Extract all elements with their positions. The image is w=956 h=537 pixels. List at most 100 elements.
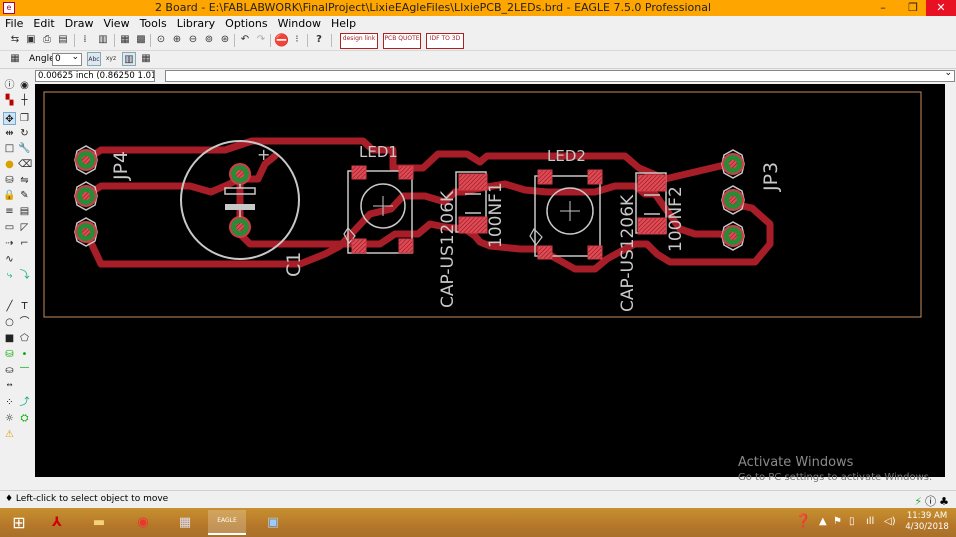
pcb-quote-button[interactable]: PCB QUOTE xyxy=(383,33,421,49)
close-button[interactable]: ✕ xyxy=(926,0,956,16)
add-icon[interactable]: ⛁ xyxy=(3,174,16,187)
file-explorer-icon[interactable]: ▬ xyxy=(80,510,118,535)
chrome-icon[interactable]: ◉ xyxy=(124,510,162,535)
zoom-in-icon[interactable]: ⊕ xyxy=(170,33,184,47)
route-icon[interactable]: ⤷ xyxy=(3,269,16,282)
ratsnest-icon[interactable]: ☼ xyxy=(3,412,16,425)
smash-icon[interactable]: ▤ xyxy=(18,205,31,218)
show-icon[interactable]: ◉ xyxy=(18,79,31,92)
polygon-icon[interactable]: ⬠ xyxy=(18,332,31,345)
delete-icon[interactable]: ⌫ xyxy=(18,158,32,171)
copy-icon[interactable]: ❐ xyxy=(18,112,31,125)
text-icon[interactable]: T xyxy=(18,300,31,313)
help-tray-icon[interactable]: ❓ xyxy=(795,514,811,529)
grid-icon[interactable]: ▦ xyxy=(8,52,22,66)
calculator-icon[interactable]: ▦ xyxy=(166,510,204,535)
info-status-icon[interactable]: ⓘ xyxy=(925,495,939,508)
undo-icon[interactable]: ↶ xyxy=(238,33,252,47)
ripup-icon[interactable]: ⤵ xyxy=(18,269,31,282)
photos-icon[interactable]: ▣ xyxy=(254,510,292,535)
battery-icon[interactable]: ▯ xyxy=(849,516,855,527)
script-icon[interactable]: ⁞ xyxy=(78,33,92,47)
hole-icon[interactable]: ⁘ xyxy=(3,396,16,409)
value-icon[interactable]: ≡ xyxy=(3,205,16,218)
layout-icon[interactable]: ▥ xyxy=(122,52,136,66)
smd-icon[interactable]: ⛀ xyxy=(3,364,16,377)
open-icon[interactable]: ⇆ xyxy=(8,33,22,47)
circle-icon[interactable]: ○ xyxy=(3,316,16,329)
board-canvas[interactable]: JP4 JP3 + C1 LED1 CAP-US1206K 100NF1 LED… xyxy=(35,84,945,477)
taskbar-clock[interactable]: 11:39 AM 4/30/2018 xyxy=(902,511,952,533)
meander-icon[interactable]: ⌐ xyxy=(18,237,31,250)
help-icon[interactable]: ? xyxy=(312,33,326,47)
led2-component[interactable] xyxy=(529,169,603,260)
erc-icon[interactable]: ⚠ xyxy=(3,428,16,441)
layout-grid-icon[interactable]: ▦ xyxy=(139,52,153,66)
zoom-out-icon[interactable]: ⊖ xyxy=(186,33,200,47)
cam-icon[interactable]: ▤ xyxy=(56,33,70,47)
replace-icon[interactable]: ⇋ xyxy=(18,174,31,187)
ulp-icon[interactable]: ▥ xyxy=(96,33,110,47)
acrobat-icon[interactable]: ⅄ xyxy=(38,510,76,535)
menu-library[interactable]: Library xyxy=(172,16,220,31)
bend-style-abc-button[interactable]: Abc xyxy=(87,52,101,66)
save-icon[interactable]: ▣ xyxy=(24,33,38,47)
schematic-icon[interactable]: ▦ xyxy=(118,33,132,47)
cap1-component[interactable] xyxy=(455,171,488,234)
arc-icon[interactable]: ⌒ xyxy=(18,316,31,329)
move-icon[interactable]: ✥ xyxy=(3,112,16,125)
mode-status-icon[interactable]: ♣ xyxy=(939,495,952,508)
start-windows-icon[interactable]: ⊞ xyxy=(0,510,38,535)
flag-icon[interactable]: ⚑ xyxy=(833,516,842,527)
signal-icon[interactable]: ∿ xyxy=(3,253,16,266)
miter-icon[interactable]: ◸ xyxy=(18,221,31,234)
mark-icon[interactable]: ┼ xyxy=(18,94,31,107)
tray-expand-icon[interactable]: ▲ xyxy=(819,516,827,527)
command-input[interactable] xyxy=(165,68,955,82)
wifi-icon[interactable]: ıll xyxy=(866,516,874,527)
redraw-icon[interactable]: ⊚ xyxy=(202,33,216,47)
name-icon[interactable]: ✎ xyxy=(18,189,31,202)
info-icon[interactable]: ⓘ xyxy=(3,79,16,92)
bend-style-xyz-button[interactable]: xyz xyxy=(104,52,118,66)
optimize-icon[interactable]: ⇢ xyxy=(3,237,16,250)
go-icon[interactable]: ⁝ xyxy=(290,33,304,47)
via-icon[interactable]: ⛁ xyxy=(3,348,16,361)
menu-tools[interactable]: Tools xyxy=(135,16,172,31)
menu-draw[interactable]: Draw xyxy=(60,16,99,31)
group-icon[interactable]: □ xyxy=(3,142,16,155)
redo-icon[interactable]: ↷ xyxy=(254,33,268,47)
menu-help[interactable]: Help xyxy=(326,16,361,31)
wire-icon[interactable]: ╱ xyxy=(3,300,16,313)
idf-to-3d-button[interactable]: IDF TO 3D xyxy=(426,33,464,49)
volume-icon[interactable]: ◁) xyxy=(884,516,896,527)
dimension-icon[interactable]: ↔ xyxy=(3,379,16,392)
menu-edit[interactable]: Edit xyxy=(28,16,59,31)
go-status-icon[interactable]: ⚡ xyxy=(914,495,925,508)
board-icon[interactable]: ▩ xyxy=(134,33,148,47)
eagle-taskbar-icon[interactable]: EAGLE xyxy=(208,510,246,535)
auto-icon[interactable]: ⛭ xyxy=(18,412,31,425)
restore-button[interactable]: ❐ xyxy=(898,0,928,16)
change-icon[interactable]: 🔧 xyxy=(18,142,31,155)
pcb-layout[interactable]: JP4 JP3 + C1 LED1 CAP-US1206K 100NF1 LED… xyxy=(35,84,945,477)
print-icon[interactable]: ⎙ xyxy=(40,33,54,47)
vertical-scrollbar[interactable] xyxy=(945,84,956,477)
split-icon[interactable]: ▭ xyxy=(3,221,16,234)
menu-options[interactable]: Options xyxy=(220,16,272,31)
lock-icon[interactable]: 🔒 xyxy=(3,189,16,202)
menu-window[interactable]: Window xyxy=(273,16,326,31)
rotate-icon[interactable]: ↻ xyxy=(18,127,31,140)
jp4-header[interactable] xyxy=(74,145,98,247)
angle-select[interactable]: 0 xyxy=(52,52,82,66)
zoom-fit-icon[interactable]: ⊙ xyxy=(154,33,168,47)
stop-icon[interactable]: ⛔ xyxy=(274,33,289,47)
pad-icon[interactable]: •— xyxy=(18,348,31,373)
menu-view[interactable]: View xyxy=(98,16,134,31)
zoom-select-icon[interactable]: ⊛ xyxy=(218,33,232,47)
minimize-button[interactable]: – xyxy=(868,0,898,16)
menu-file[interactable]: File xyxy=(0,16,28,31)
design-link-button[interactable]: design link xyxy=(340,33,378,49)
paste-icon[interactable]: ● xyxy=(3,158,16,171)
mirror-icon[interactable]: ⇹ xyxy=(3,127,16,140)
